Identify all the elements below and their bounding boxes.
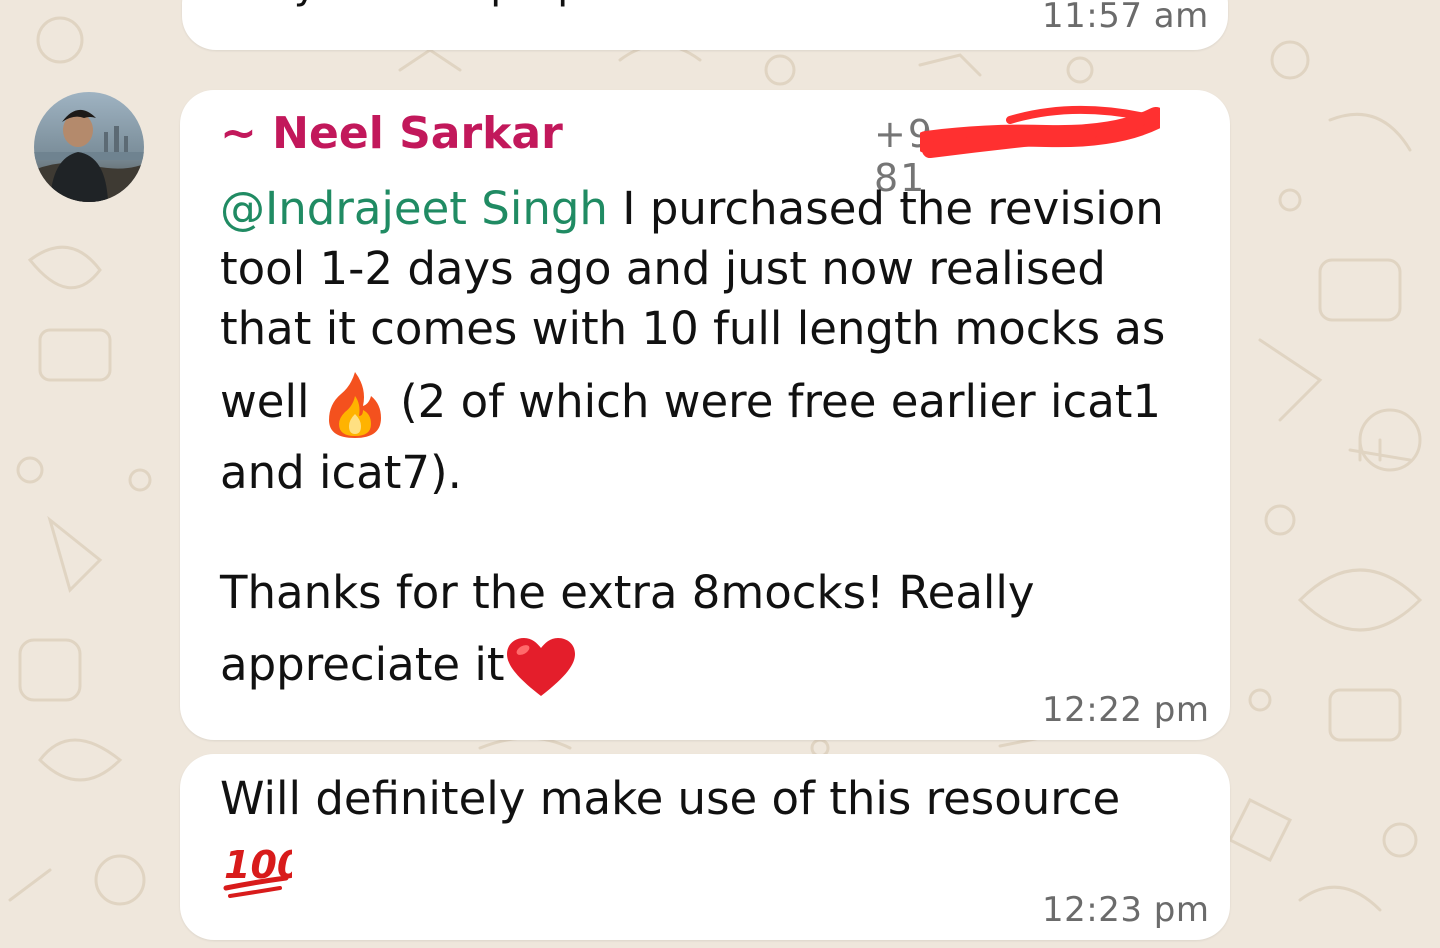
message-text: appreciate it [220, 638, 505, 691]
message-timestamp: 11:57 am [1042, 0, 1209, 36]
redaction-scribble [920, 105, 1160, 158]
message-text: I purchased the revision [622, 182, 1164, 235]
message-line: Will definitely make use of this resourc… [220, 772, 1121, 825]
red-heart-emoji-icon [506, 638, 575, 696]
message-line: tool 1-2 days ago and just now realised [220, 242, 1106, 295]
sender-name[interactable]: ~ Neel Sarkar [220, 108, 563, 159]
hundred-points-emoji-icon: 100 [223, 843, 292, 898]
message-bubble-previous[interactable]: for your CAT prep? 11:57 am [182, 0, 1228, 50]
message-line: well (2 of which were free earlier icat1 [220, 370, 1161, 440]
message-line: @Indrajeet Singh I purchased the revisio… [220, 182, 1164, 235]
message-bubble-followup[interactable]: Will definitely make use of this resourc… [180, 754, 1230, 940]
message-bubble-neel[interactable]: ~ Neel Sarkar +981 @Indrajeet Singh I pu… [180, 90, 1230, 740]
person-avatar-icon [34, 92, 144, 202]
message-timestamp: 12:22 pm [1042, 690, 1210, 730]
message-line: and icat7). [220, 446, 462, 499]
message-line: Thanks for the extra 8mocks! Really [220, 566, 1035, 619]
fire-emoji-icon [328, 372, 381, 438]
message-line: that it comes with 10 full length mocks … [220, 302, 1166, 355]
sender-avatar[interactable] [34, 92, 144, 202]
mention-link[interactable]: @Indrajeet Singh [220, 182, 608, 235]
message-text: (2 of which were free earlier icat1 [400, 375, 1162, 428]
message-timestamp: 12:23 pm [1042, 890, 1210, 930]
previous-message-text: for your CAT prep? [224, 0, 605, 8]
message-line: appreciate it [220, 636, 577, 700]
message-text: well [220, 375, 310, 428]
